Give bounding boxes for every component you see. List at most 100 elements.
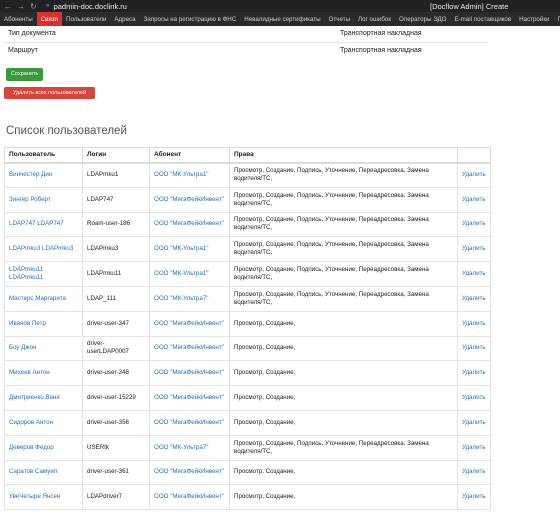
nav-item-7[interactable]: Лог ошибок bbox=[354, 12, 395, 26]
user-rights: Просмотр, Создание, bbox=[229, 335, 458, 362]
document-form: Тип документа Транспортная накладная Мар… bbox=[4, 26, 488, 58]
subscriber-link[interactable]: ООО "МК-Ультра7" bbox=[149, 285, 230, 312]
table-row: Зингер Роберт LDAP747 ООО "МегаФейкИнвент"… bbox=[4, 186, 491, 213]
back-icon[interactable]: ← bbox=[4, 2, 12, 11]
subscriber-link[interactable]: ООО "МегаФейкИнвент" bbox=[149, 211, 230, 238]
user-login: driver-user-348 bbox=[82, 360, 150, 387]
form-select-doc-type[interactable]: Транспортная накладная bbox=[336, 26, 488, 42]
user-name-link[interactable]: LDAPmku11 LDAPmku11 bbox=[4, 261, 83, 287]
nav-item-3[interactable]: Адреса bbox=[110, 12, 139, 26]
table-row: Мастерс Маргарита LDAP_111 ООО "МК-Ультра7… bbox=[4, 285, 491, 312]
nav-item-2[interactable]: Пользователи bbox=[62, 12, 110, 26]
subscriber-link[interactable]: ООО "МК-Ультра1" bbox=[149, 162, 230, 188]
address-bar[interactable]: padmin-doc.doclink.ru bbox=[54, 2, 127, 11]
table-row: LDAP747 LDAP747 Roam-user-186 ООО "МегаФей… bbox=[4, 211, 491, 238]
user-name-link[interactable]: LDAPmku3 LDAPmku3 bbox=[4, 236, 83, 263]
user-name-link[interactable]: УвеЧетыре Янсен bbox=[4, 484, 83, 511]
subscriber-link[interactable]: ООО "МегаФейкИнвент" bbox=[149, 385, 230, 411]
nav-item-8[interactable]: Операторы ЭДО bbox=[395, 12, 450, 26]
delete-user-link[interactable]: Удалить bbox=[457, 261, 491, 287]
subscriber-link[interactable]: ООО "МегаФейкИнвент" bbox=[149, 335, 230, 362]
user-login: driver-user-356 bbox=[82, 409, 150, 436]
delete-all-users-button[interactable]: Удалить всех пользователей bbox=[4, 87, 95, 99]
nav-item-9[interactable]: E-mail поставщиков bbox=[450, 12, 515, 26]
nav-item-10[interactable]: Настройки bbox=[515, 12, 553, 26]
user-login: driver-user-347 bbox=[82, 310, 150, 337]
reload-icon[interactable]: ↻ bbox=[30, 2, 37, 11]
form-row: Тип документа Транспортная накладная bbox=[4, 26, 488, 42]
table-row: Сидоров Антон driver-user-356 ООО "МегаФей… bbox=[4, 409, 491, 436]
user-name-link[interactable]: Саратов Самуил bbox=[4, 459, 83, 486]
user-rights: Просмотр, Создание, bbox=[229, 484, 458, 511]
user-name-link[interactable]: Сидоров Антон bbox=[4, 409, 83, 436]
user-rights: Просмотр, Создание, Подпись, Уточнение, … bbox=[229, 285, 458, 312]
user-name-link[interactable]: Деверов Федор bbox=[4, 434, 83, 461]
user-rights: Просмотр, Создание, bbox=[229, 360, 458, 387]
form-label-doc-type: Тип документа bbox=[8, 30, 56, 38]
delete-user-link[interactable]: Удалить bbox=[457, 236, 491, 263]
form-select-route[interactable]: Транспортная накладная bbox=[336, 41, 488, 58]
user-name-link[interactable]: Зингер Роберт bbox=[4, 186, 83, 213]
delete-user-link[interactable]: Удалить bbox=[457, 285, 491, 312]
column-header-subscriber: Абонент bbox=[149, 147, 230, 164]
user-name-link[interactable]: Иванов Петр bbox=[4, 310, 83, 337]
nav-item-6[interactable]: Отчеты bbox=[325, 12, 354, 26]
nav-item-0[interactable]: Абоненты bbox=[0, 12, 37, 26]
table-row: Саратов Самуил driver-user-361 ООО "МегаФе… bbox=[4, 459, 491, 486]
subscriber-link[interactable]: ООО "МегаФейкИнвент" bbox=[149, 186, 230, 213]
delete-user-link[interactable]: Удалить bbox=[457, 360, 491, 387]
table-header-row: Пользователь Логин Абонент Права bbox=[4, 147, 491, 164]
subscriber-link[interactable]: ООО "МК-Ультра1" bbox=[149, 261, 230, 287]
user-name-link[interactable]: LDAP747 LDAP747 bbox=[4, 211, 83, 238]
subscriber-link[interactable]: ООО "МегаФейкИнвент" bbox=[149, 409, 230, 436]
user-login: driver-user-361 bbox=[82, 459, 150, 486]
delete-user-link[interactable]: Удалить bbox=[457, 459, 491, 486]
browser-nav: ← → ↻ bbox=[4, 2, 37, 11]
column-header-user: Пользователь bbox=[4, 147, 83, 164]
user-rights: Просмотр, Создание, Подпись, Уточнение, … bbox=[229, 162, 458, 188]
delete-user-link[interactable]: Удалить bbox=[457, 310, 491, 337]
user-name-link[interactable]: Дмитриенко Ваня bbox=[4, 385, 83, 411]
table-row: Деверов Федор USERtk ООО "МК-Ультра7" Просм… bbox=[4, 434, 491, 461]
save-button[interactable]: Сохранить bbox=[6, 68, 44, 81]
table-row: Винчестер Дин LDAPmku1 ООО "МК-Ультра1" Про… bbox=[4, 162, 491, 188]
delete-user-link[interactable]: Удалить bbox=[457, 186, 491, 213]
table-row: LDAPmku3 LDAPmku3 LDAPmku3 ООО "МК-Ультра1… bbox=[4, 236, 491, 263]
delete-user-link[interactable]: Удалить bbox=[457, 434, 491, 461]
subscriber-link[interactable]: ООО "МегаФейкИнвент" bbox=[149, 459, 230, 486]
column-header-rights: Права bbox=[229, 147, 458, 164]
table-row: LDAPmku11 LDAPmku11 LDAPmku11 ООО "МК-Ульт… bbox=[4, 261, 491, 287]
app-navbar: Абоненты Связи Пользователи Адреса Запросы н… bbox=[0, 12, 560, 26]
subscriber-link[interactable]: ООО "МК-Ультра1" bbox=[149, 236, 230, 263]
subscriber-link[interactable]: ООО "МК-Ультра7" bbox=[149, 434, 230, 461]
user-name-link[interactable]: Боу Джон bbox=[4, 335, 83, 362]
form-label-route: Маршрут bbox=[4, 41, 336, 58]
nav-item-5[interactable]: Невалидные сертификаты bbox=[240, 12, 324, 26]
subscriber-link[interactable]: ООО "МегаФейкИнвент" bbox=[149, 484, 230, 511]
delete-user-link[interactable]: Удалить bbox=[457, 484, 491, 511]
user-login: LDAP_111 bbox=[82, 285, 150, 312]
user-name-link[interactable]: Михеев Антон bbox=[4, 360, 83, 387]
delete-user-link[interactable]: Удалить bbox=[457, 162, 491, 188]
user-login: driver-user-15229 bbox=[82, 385, 150, 411]
delete-user-link[interactable]: Удалить bbox=[457, 385, 491, 411]
column-header-login: Логин bbox=[82, 147, 150, 164]
subscriber-link[interactable]: ООО "МегаФейкИнвент" bbox=[149, 310, 230, 337]
user-name-link[interactable]: Мастерс Маргарита bbox=[4, 285, 83, 312]
user-name-link[interactable]: Винчестер Дин bbox=[4, 162, 83, 188]
delete-user-link[interactable]: Удалить bbox=[457, 409, 491, 436]
nav-item-4[interactable]: Запросы на регистрацию в ФНС bbox=[140, 12, 241, 26]
nav-item-11[interactable]: Приглашения bbox=[554, 12, 560, 26]
nav-item-1[interactable]: Связи bbox=[36, 12, 63, 26]
user-rights: Просмотр, Создание, Подпись, Уточнение, … bbox=[229, 236, 458, 263]
user-rights: Просмотр, Создание, Подпись, Уточнение, … bbox=[229, 434, 458, 461]
delete-user-link[interactable]: Удалить bbox=[457, 211, 491, 238]
delete-user-link[interactable]: Удалить bbox=[457, 335, 491, 362]
subscriber-link[interactable]: ООО "МегаФейкИнвент" bbox=[149, 360, 230, 387]
table-row: Дмитриенко Ваня driver-user-15229 ООО "Мег… bbox=[4, 385, 491, 411]
user-login: driver-userLDAP0007 bbox=[82, 335, 150, 362]
lock-icon: ⚬ bbox=[44, 3, 51, 10]
form-row: Маршрут Транспортная накладная bbox=[4, 41, 488, 58]
forward-icon[interactable]: → bbox=[17, 2, 25, 11]
user-login: LDAPmku3 bbox=[82, 236, 150, 263]
